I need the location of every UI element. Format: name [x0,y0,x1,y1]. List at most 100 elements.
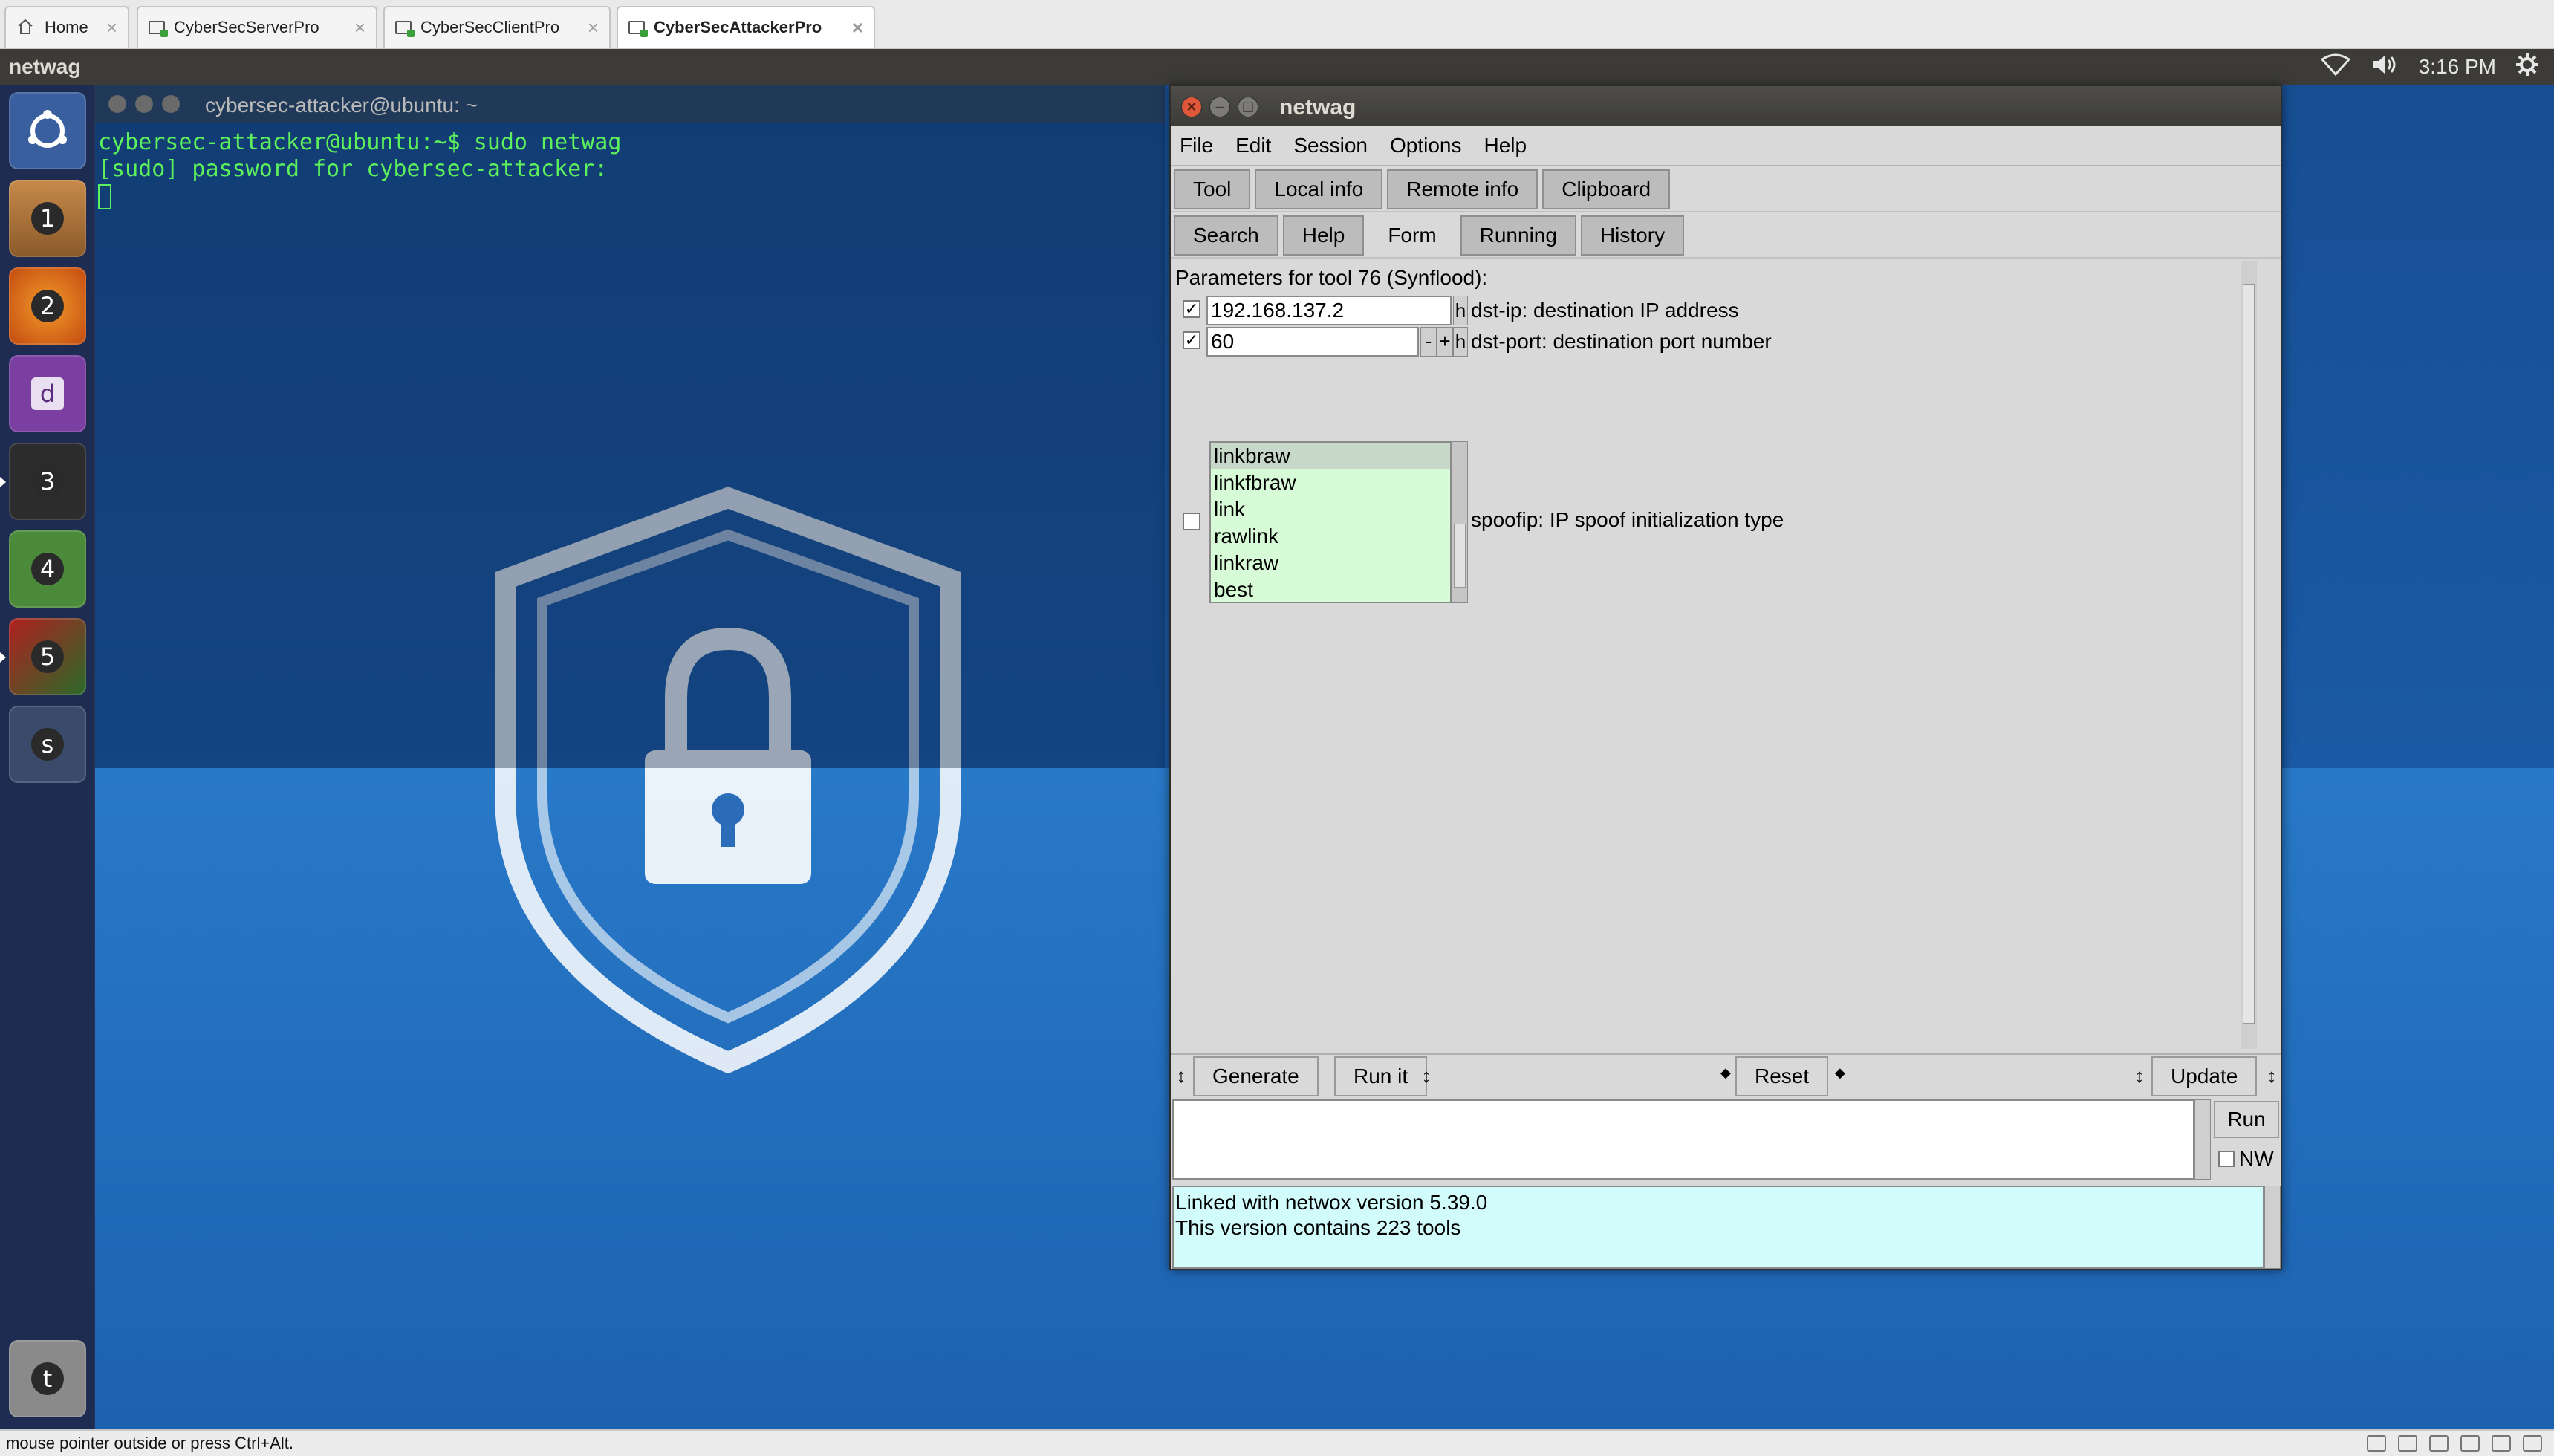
close-icon[interactable]: × [852,16,863,39]
tab-clipboard[interactable]: Clipboard [1542,169,1671,209]
spoofip-checkbox[interactable] [1183,513,1200,530]
spoofip-option[interactable]: linkraw [1211,550,1450,576]
close-icon[interactable]: × [1181,97,1202,117]
window-title: netwag [1279,95,1356,120]
dst-ip-checkbox[interactable]: ✓ [1183,300,1200,318]
netwag-window: × – □ netwag File Edit Session Options H… [1169,85,2282,1270]
separator-diamond-icon: ◆ [1835,1065,1845,1080]
terminal-titlebar[interactable]: cybersec-attacker@ubuntu: ~ [95,85,1165,123]
launcher-trash[interactable]: t [9,1340,86,1417]
tab-running[interactable]: Running [1460,215,1576,256]
volume-icon[interactable] [2370,53,2399,81]
terminal-cursor [98,183,111,209]
spoofip-listbox[interactable]: linkbraw linkfbraw link rawlink linkraw … [1209,441,1452,603]
spoofip-scrollbar[interactable] [1452,441,1468,603]
launcher-terminal[interactable]: 3 [0,443,86,520]
tab-remote-info[interactable]: Remote info [1387,169,1538,209]
printer-icon[interactable] [2460,1435,2480,1452]
info-scrollbar[interactable] [2264,1186,2281,1269]
terminal-body[interactable]: cybersec-attacker@ubuntu:~$ sudo netwag … [95,123,1165,768]
minimize-icon[interactable] [135,95,153,113]
close-icon[interactable]: × [106,16,117,39]
close-icon[interactable] [108,95,126,113]
launcher-wireshark[interactable]: 5 [0,618,86,695]
tab-help[interactable]: Help [1282,215,1365,256]
host-tab-client[interactable]: CyberSecClientPro × [383,6,611,48]
usb-icon[interactable] [2429,1435,2449,1452]
launcher-files[interactable]: 1 [9,180,86,257]
host-tab-attacker[interactable]: CyberSecAttackerPro × [617,6,875,48]
dst-port-increment-button[interactable]: + [1437,327,1453,357]
action-button-bar: ↕ Generate Run it ↕ ◆ Reset ◆ ↕ Update ↕ [1171,1053,2281,1096]
menu-file[interactable]: File [1180,134,1213,157]
launcher-firefox[interactable]: 2 [9,267,86,345]
generate-button[interactable]: Generate [1193,1056,1319,1096]
run-button[interactable]: Run [2214,1101,2279,1138]
wifi-icon[interactable] [2320,53,2350,81]
scrollbar-thumb[interactable] [2243,284,2255,1024]
run-it-button[interactable]: Run it [1334,1056,1428,1096]
spoofip-description: spoofip: IP spoof initialization type [1471,508,1784,531]
menu-edit[interactable]: Edit [1235,134,1271,157]
maximize-icon[interactable]: □ [1238,97,1258,117]
launcher-dash-app[interactable]: d [9,355,86,432]
settings-gear-icon[interactable] [2515,53,2539,82]
close-icon[interactable]: × [588,16,599,39]
resize-arrow-icon[interactable]: ↕ [1419,1062,1434,1089]
checkbox-box[interactable] [2218,1151,2235,1167]
vm-icon [149,21,168,37]
spoofip-option[interactable]: rawlink [1211,523,1450,550]
dst-port-decrement-button[interactable]: - [1420,327,1437,357]
spoofip-option[interactable]: link [1211,496,1450,523]
dst-port-checkbox[interactable]: ✓ [1183,331,1200,349]
launcher-software-updater[interactable]: 4 [9,530,86,608]
launcher-ubuntu-dash[interactable] [9,92,86,169]
host-tab-label: CyberSecAttackerPro [654,18,822,36]
update-button[interactable]: Update [2151,1056,2258,1096]
menu-session[interactable]: Session [1293,134,1368,157]
launcher-badge: 5 [31,640,64,673]
host-tab-server[interactable]: CyberSecServerPro × [137,6,377,48]
resize-arrow-icon[interactable]: ↕ [1174,1062,1189,1089]
close-icon[interactable]: × [354,16,365,39]
message-icon[interactable] [2523,1435,2542,1452]
unity-launcher: 1 2 d 3 4 5 s t [0,85,95,1429]
scrollbar-thumb[interactable] [1454,524,1466,588]
tab-search[interactable]: Search [1174,215,1278,256]
command-scrollbar[interactable] [2194,1099,2211,1180]
maximize-icon[interactable] [162,95,180,113]
ubuntu-logo-icon [28,110,67,148]
spoofip-option[interactable]: linkbraw [1211,443,1450,469]
host-tab-bar: Home × CyberSecServerPro × CyberSecClien… [0,0,2554,49]
host-status-bar: mouse pointer outside or press Ctrl+Alt. [0,1429,2554,1456]
clock[interactable]: 3:16 PM [2419,55,2496,79]
launcher-workspace-switcher[interactable]: s [9,706,86,783]
dst-ip-help-button[interactable]: h [1453,296,1468,325]
network-icon[interactable] [2398,1435,2417,1452]
form-scrollbar[interactable] [2241,261,2257,1049]
nw-checkbox[interactable]: NW [2218,1147,2274,1171]
tab-form[interactable]: Form [1368,215,1456,256]
info-output-area[interactable]: Linked with netwox version 5.39.0 This v… [1172,1186,2264,1269]
sound-icon[interactable] [2492,1435,2511,1452]
resize-arrow-icon[interactable]: ↕ [2264,1062,2279,1089]
menu-help[interactable]: Help [1484,134,1527,157]
tab-history[interactable]: History [1580,215,1685,256]
tab-local-info[interactable]: Local info [1255,169,1383,209]
spoofip-option[interactable]: linkfbraw [1211,469,1450,496]
minimize-icon[interactable]: – [1209,97,1230,117]
menu-options[interactable]: Options [1390,134,1462,157]
terminal-window: cybersec-attacker@ubuntu: ~ cybersec-att… [95,85,1165,768]
dst-port-help-button[interactable]: h [1453,327,1468,357]
reset-button[interactable]: Reset [1735,1056,1829,1096]
resize-arrow-icon[interactable]: ↕ [2132,1062,2147,1089]
dst-port-input[interactable]: 60 [1206,327,1419,357]
dst-ip-description: dst-ip: destination IP address [1471,299,1739,322]
host-tab-home[interactable]: Home × [4,6,129,48]
command-text-area[interactable] [1172,1099,2194,1180]
dst-ip-input[interactable]: 192.168.137.2 [1206,296,1452,325]
netwag-titlebar[interactable]: × – □ netwag [1171,86,2281,126]
hard-disk-icon[interactable] [2367,1435,2386,1452]
tab-tool[interactable]: Tool [1174,169,1251,209]
spoofip-option[interactable]: best [1211,576,1450,603]
